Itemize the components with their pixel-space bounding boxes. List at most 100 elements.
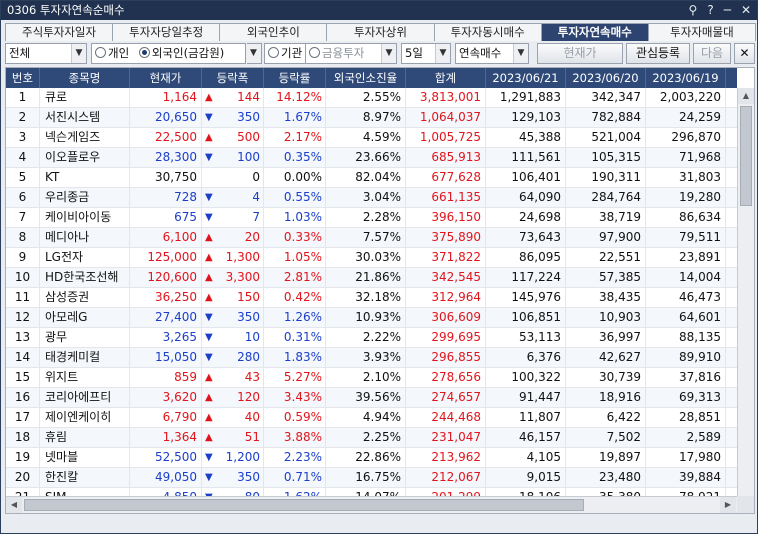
cell-price: 15,050 — [130, 348, 202, 367]
table-row[interactable]: 14 태경케미컬 15,050 ▼ 280 1.83% 3.93% 296,855 6,376 4… — [6, 348, 737, 368]
table-row[interactable]: 19 넷마블 52,500 ▼ 1,200 2.23% 22.86% 213,962 4,105… — [6, 448, 737, 468]
cell-text: 2.28% — [362, 210, 401, 224]
scroll-corner — [737, 496, 754, 513]
cell-text: 8 — [18, 230, 27, 244]
horizontal-scroll-thumb[interactable] — [24, 499, 584, 511]
tab-1[interactable]: 투자자당일추정 — [112, 23, 221, 41]
radio-inst-type[interactable] — [309, 47, 320, 58]
cell-text: 145,976 — [511, 290, 561, 304]
column-header[interactable]: 종목명 — [40, 68, 130, 88]
cell-rate: 2.17% — [264, 128, 326, 147]
tab-5[interactable]: 투자자연속매수 — [540, 23, 649, 41]
column-header[interactable]: 2023/06/21 — [486, 68, 566, 88]
cell-text: 2.17% — [283, 130, 322, 144]
column-header[interactable]: 2023/06/19 — [646, 68, 726, 88]
pin-icon[interactable]: ⚲ — [689, 1, 698, 20]
watchlist-button[interactable]: 관심등록 — [626, 43, 690, 64]
vertical-scroll-thumb[interactable] — [740, 106, 752, 206]
horizontal-scrollbar[interactable]: ◀ ▶ — [6, 496, 737, 513]
market-select[interactable]: 전체 ▼ — [5, 43, 87, 64]
table-row[interactable]: 13 광무 3,265 ▼ 10 0.31% 2.22% 299,695 53,113 36,99… — [6, 328, 737, 348]
cell-text: 14.12% — [276, 90, 322, 104]
scroll-right-icon[interactable]: ▶ — [720, 497, 736, 513]
table-row[interactable]: 2 서진시스템 20,650 ▼ 350 1.67% 8.97% 1,064,037 129,1… — [6, 108, 737, 128]
table-row[interactable]: 5 KT 30,750 0 0.00% 82.04% 677,628 106,401 190,3… — [6, 168, 737, 188]
table-row[interactable]: 15 위지트 859 ▲ 43 5.27% 2.10% 278,656 100,322 30,73… — [6, 368, 737, 388]
table-row[interactable]: 18 휴림 1,364 ▲ 51 3.88% 2.25% 231,047 46,157 7,502… — [6, 428, 737, 448]
up-arrow-icon: ▲ — [205, 372, 213, 383]
table-row[interactable]: 3 넥슨게임즈 22,500 ▲ 500 2.17% 4.59% 1,005,725 45,38… — [6, 128, 737, 148]
cell-text: 메디아나 — [45, 230, 90, 244]
cell-index: 4 — [6, 148, 40, 167]
cell-rate: 1.26% — [264, 308, 326, 327]
column-header[interactable]: 2023/06/20 — [566, 68, 646, 88]
table-row[interactable]: 12 아모레G 27,400 ▼ 350 1.26% 10.93% 306,609 106,85… — [6, 308, 737, 328]
table-row[interactable]: 20 한진칼 49,050 ▼ 350 0.71% 16.75% 212,067 9,015 23… — [6, 468, 737, 488]
current-price-button[interactable]: 현재가 — [537, 43, 623, 64]
next-button[interactable]: 다음 — [693, 43, 731, 64]
cell-text: 10 — [14, 270, 31, 284]
cell-foreign-ratio: 2.10% — [326, 368, 406, 387]
cell-name: 휴림 — [40, 428, 130, 447]
cell-text: 2.25% — [362, 430, 401, 444]
cell-text: 371,822 — [431, 250, 481, 264]
cell-d1: 73,643 — [486, 228, 566, 247]
cell-text: 0.33% — [283, 230, 322, 244]
radio-foreign[interactable] — [138, 47, 150, 58]
column-header[interactable]: 번호 — [6, 68, 40, 88]
table-row[interactable]: 9 LG전자 125,000 ▲ 1,300 1.05% 30.03% 371,822 86,0… — [6, 248, 737, 268]
cell-text: 685,913 — [431, 150, 481, 164]
radio-institution[interactable] — [268, 47, 279, 58]
foreign-dropdown[interactable]: ▼ — [246, 43, 262, 64]
radio-foreign-label: 외국인(금감원) — [151, 46, 225, 60]
cell-text: 6,790 — [162, 410, 197, 424]
cell-text: 500 — [237, 130, 260, 144]
tab-6[interactable]: 투자자매물대 — [647, 23, 756, 41]
column-header[interactable]: 현재가 — [130, 68, 202, 88]
radio-individual[interactable] — [95, 47, 106, 58]
down-arrow-icon: ▼ — [205, 112, 213, 123]
close-icon[interactable]: ✕ — [741, 1, 751, 20]
table-row[interactable]: 6 우리종금 728 ▼ 4 0.55% 3.04% 661,135 64,090 284,764… — [6, 188, 737, 208]
radio-individual-label: 개인 — [108, 46, 130, 60]
cell-text: 46,473 — [679, 290, 721, 304]
cell-text: 129,103 — [511, 110, 561, 124]
cell-text: 36,250 — [155, 290, 197, 304]
down-arrow-icon: ▼ — [205, 332, 213, 343]
table-row[interactable]: 8 메디아나 6,100 ▲ 20 0.33% 7.57% 375,890 73,643 97,9… — [6, 228, 737, 248]
cell-text: 52,500 — [155, 450, 197, 464]
scroll-left-icon[interactable]: ◀ — [6, 497, 22, 513]
help-icon[interactable]: ? — [707, 1, 713, 20]
cell-index: 3 — [6, 128, 40, 147]
tab-3[interactable]: 투자자상위 — [326, 23, 435, 41]
table-row[interactable]: 11 삼성증권 36,250 ▲ 150 0.42% 32.18% 312,964 145,97… — [6, 288, 737, 308]
table-row[interactable]: 4 이오플로우 28,300 ▼ 100 0.35% 23.66% 685,913 111,56… — [6, 148, 737, 168]
cell-foreign-ratio: 21.86% — [326, 268, 406, 287]
column-header[interactable]: 합계 — [406, 68, 486, 88]
tab-0[interactable]: 주식투자자일자 — [5, 23, 114, 41]
vertical-scrollbar[interactable]: ▲ — [737, 88, 754, 498]
column-header[interactable]: 등락률 — [264, 68, 326, 88]
column-header[interactable]: 등락폭 — [202, 68, 264, 88]
inst-type-select[interactable]: 금융투자 ▼ — [305, 43, 397, 64]
cell-text: 64,601 — [679, 310, 721, 324]
minimize-icon[interactable]: ─ — [724, 1, 731, 20]
mode-select[interactable]: 연속매수 ▼ — [455, 43, 529, 64]
close-panel-icon[interactable]: ✕ — [734, 43, 755, 64]
down-arrow-icon: ▼ — [205, 352, 213, 363]
table-row[interactable]: 1 큐로 1,164 ▲ 144 14.12% 2.55% 3,813,001 1,291,88… — [6, 88, 737, 108]
cell-text: 9 — [18, 250, 27, 264]
cell-text: 97,900 — [599, 230, 641, 244]
column-header[interactable]: 외국인소진율 — [326, 68, 406, 88]
table-row[interactable]: 7 케이비아이동 675 ▼ 7 1.03% 2.28% 396,150 24,698 38,71… — [6, 208, 737, 228]
scroll-up-icon[interactable]: ▲ — [738, 88, 754, 104]
cell-rate: 14.12% — [264, 88, 326, 107]
tab-4[interactable]: 투자자동시매수 — [433, 23, 542, 41]
tab-2[interactable]: 외국인추이 — [219, 23, 328, 41]
cell-text: 24,259 — [679, 110, 721, 124]
days-select[interactable]: 5일 ▼ — [401, 43, 451, 64]
table-row[interactable]: 16 코리아에프티 3,620 ▲ 120 3.43% 39.56% 274,657 91,44… — [6, 388, 737, 408]
table-row[interactable]: 10 HD한국조선해 120,600 ▲ 3,300 2.81% 21.86% 342,545… — [6, 268, 737, 288]
table-row[interactable]: 17 제이엔케이히 6,790 ▲ 40 0.59% 4.94% 244,468 11,807 6… — [6, 408, 737, 428]
cell-d1: 45,388 — [486, 128, 566, 147]
